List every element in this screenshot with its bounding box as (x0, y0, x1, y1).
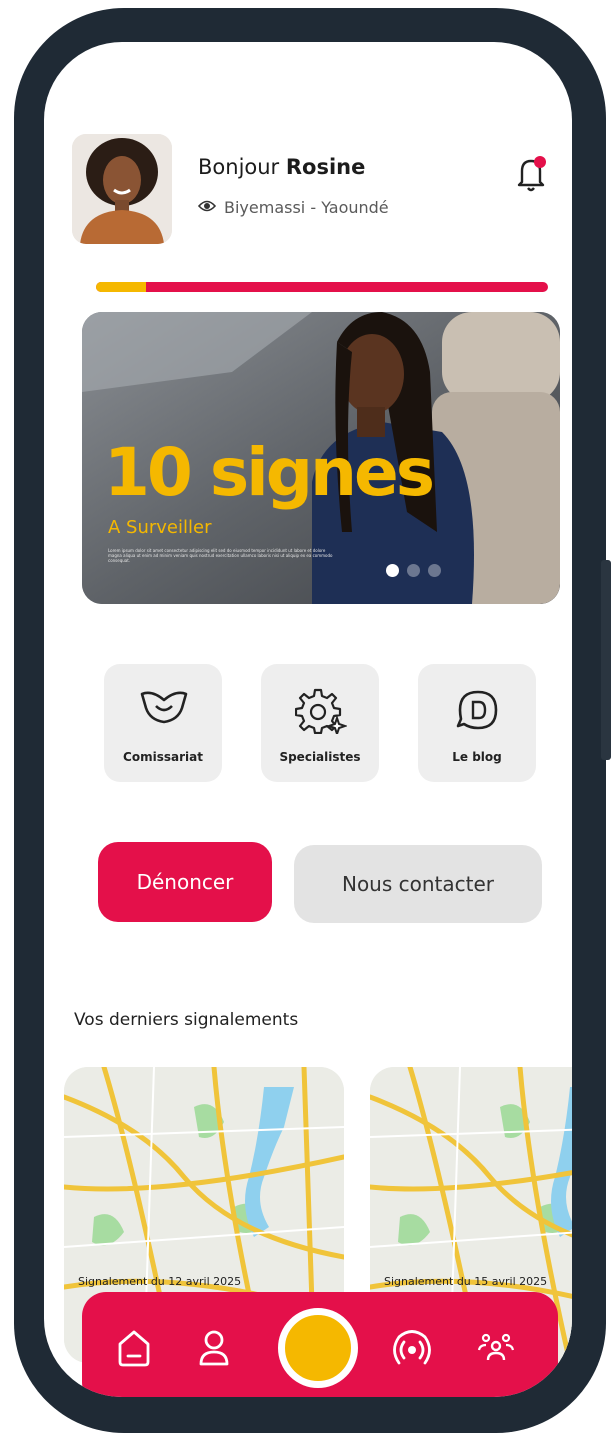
quick-action-comissariat[interactable]: Comissariat (104, 664, 222, 782)
quick-action-label: Comissariat (123, 750, 203, 764)
home-icon[interactable] (112, 1320, 156, 1376)
user-name: Rosine (285, 155, 366, 179)
denoncer-button[interactable]: Dénoncer (98, 842, 272, 922)
promo-banner[interactable]: 10 signes A Surveiller Lorem ipsum dolor… (82, 312, 560, 604)
report-caption: Signalement du 15 avril 2025 (384, 1275, 548, 1288)
app-screen: Bonjour Rosine Biyemassi - Yaoundé 10 si… (44, 42, 572, 1397)
report-caption: Signalement du 12 avril 2025 (78, 1275, 242, 1288)
reports-section-title: Vos derniers signalements (74, 1010, 299, 1030)
quick-action-blog[interactable]: Le blog (418, 664, 536, 782)
quick-action-label: Le blog (452, 750, 502, 764)
carousel-dot[interactable] (428, 564, 441, 577)
banner-title: 10 signes (104, 434, 435, 511)
profile-icon[interactable] (192, 1320, 236, 1376)
quick-action-specialistes[interactable]: Specialistes (261, 664, 379, 782)
contact-button[interactable]: Nous contacter (294, 845, 542, 923)
banner-body: Lorem ipsum dolor sit amet consectetur a… (108, 548, 333, 563)
progress-bar (96, 282, 548, 292)
bottom-navigation (82, 1292, 558, 1397)
gear-sparkle-icon (295, 688, 347, 734)
quick-action-label: Specialistes (279, 750, 361, 764)
greeting-label: Bonjour (198, 155, 280, 179)
alert-center-button[interactable] (278, 1308, 358, 1388)
carousel-dot[interactable] (407, 564, 420, 577)
police-badge-icon (140, 691, 188, 724)
eye-icon (197, 198, 217, 217)
location-row: Biyemassi - Yaoundé (197, 198, 389, 217)
volume-button (601, 560, 611, 760)
progress-fill (96, 282, 146, 292)
chat-bubble-icon (456, 690, 498, 730)
banner-subtitle: A Surveiller (108, 517, 212, 538)
community-icon[interactable] (474, 1320, 518, 1376)
carousel-dot[interactable] (386, 564, 399, 577)
location-label: Biyemassi - Yaoundé (224, 198, 389, 217)
notification-dot (534, 156, 546, 168)
carousel-dots (386, 564, 441, 577)
greeting-text: Bonjour Rosine (198, 155, 365, 179)
notification-bell-icon[interactable] (514, 154, 548, 194)
broadcast-icon[interactable] (390, 1320, 434, 1376)
avatar[interactable] (72, 134, 172, 244)
